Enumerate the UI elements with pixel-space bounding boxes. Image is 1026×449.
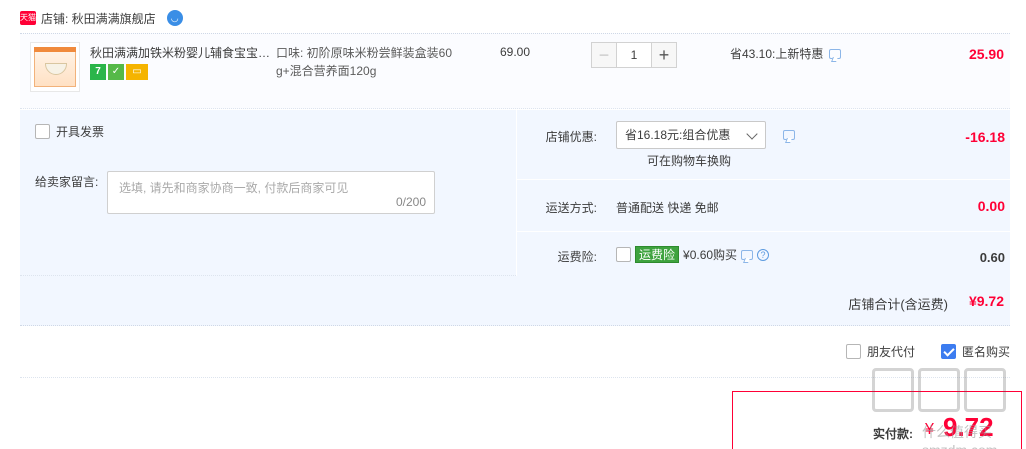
order-summary-column: 店铺优惠: 省16.18元:组合优惠 可在购物车换购 -16.18 运送方式: … bbox=[516, 110, 1011, 276]
invoice-label: 开具发票 bbox=[56, 125, 105, 139]
quantity-plus-button[interactable]: + bbox=[651, 42, 677, 68]
payment-options: 朋友代付 匿名购买 bbox=[845, 343, 1010, 360]
shipping-label: 运送方式: bbox=[545, 201, 597, 215]
unit-price: 69.00 bbox=[500, 45, 531, 59]
product-sku: 口味: 初阶原味米粉尝鲜装盒装60g+混合营养面120g bbox=[276, 46, 453, 78]
payment-label: 实付款: bbox=[873, 427, 913, 441]
promo-note: 可在购物车换购 bbox=[647, 154, 732, 168]
watermark-logo bbox=[872, 368, 1006, 412]
watermark-glyph bbox=[872, 368, 914, 412]
order-options-panel: 开具发票 给卖家留言: 选填, 请先和商家协商一致, 付款后商家可见 0/200… bbox=[20, 110, 1011, 276]
service-badges: 7 ✓ ▭ bbox=[90, 64, 148, 80]
invoice-option[interactable]: 开具发票 bbox=[35, 123, 104, 140]
seller-message-input[interactable]: 选填, 请先和商家协商一致, 付款后商家可见 0/200 bbox=[107, 171, 435, 214]
anonymous-label: 匿名购买 bbox=[961, 345, 1010, 359]
promo-amount: -16.18 bbox=[965, 129, 1005, 145]
seller-message-label: 给卖家留言: bbox=[35, 175, 99, 189]
shop-promo-section: 店铺优惠: 省16.18元:组合优惠 可在购物车换购 -16.18 bbox=[517, 110, 1011, 180]
shipping-section: 运送方式: 普通配送 快递 免邮 0.00 bbox=[517, 180, 1011, 232]
chevron-down-icon bbox=[746, 128, 758, 140]
watermark-glyph bbox=[964, 368, 1006, 412]
shop-name[interactable]: 店铺: 秋田满满旗舰店 bbox=[41, 10, 156, 27]
shop-header: 天猫 店铺: 秋田满满旗舰店 ◡ bbox=[20, 8, 183, 28]
credit-card-icon[interactable]: ▭ bbox=[126, 64, 148, 80]
shipping-method: 普通配送 快递 免邮 bbox=[616, 201, 719, 215]
seller-message-placeholder: 选填, 请先和商家协商一致, 付款后商家可见 bbox=[119, 181, 349, 195]
item-saving-text: 省43.10:上新特惠 bbox=[730, 47, 824, 61]
insurance-section: 运费险: 运费险 ¥0.60购买 ? 0.60 bbox=[517, 232, 1011, 276]
quantity-stepper: − 1 + bbox=[591, 42, 677, 68]
product-box-strip bbox=[34, 47, 76, 52]
shop-promo-value: 省16.18元:组合优惠 bbox=[625, 128, 731, 142]
insurance-tag: 运费险 bbox=[635, 246, 680, 263]
anonymous-checkbox[interactable] bbox=[940, 344, 956, 359]
promo-message-icon[interactable] bbox=[783, 130, 795, 140]
insurance-message-icon[interactable] bbox=[741, 249, 754, 260]
cart-item-row: 秋田满满加铁米粉婴儿辅食宝宝营养米粉 7 ✓ ▭ 口味: 初阶原味米粉尝鲜装盒装… bbox=[20, 33, 1010, 109]
watermark-glyph bbox=[918, 368, 960, 412]
watermark-text: 什么值得买 smzdm.com bbox=[922, 424, 997, 449]
quantity-minus-button[interactable]: − bbox=[591, 42, 617, 68]
insurance-amount: 0.60 bbox=[979, 250, 1005, 265]
seven-day-return-icon[interactable]: 7 bbox=[90, 64, 106, 80]
shop-promo-label: 店铺优惠: bbox=[545, 130, 597, 144]
friend-pay-label: 朋友代付 bbox=[866, 345, 915, 359]
insurance-price: ¥0.60购买 bbox=[683, 248, 738, 262]
anonymous-option[interactable]: 匿名购买 bbox=[940, 343, 1010, 360]
shipping-amount: 0.00 bbox=[977, 198, 1005, 214]
item-total-price: 25.90 bbox=[968, 46, 1004, 62]
chat-icon[interactable]: ◡ bbox=[166, 10, 183, 26]
shop-total-amount: ¥9.72 bbox=[968, 293, 1004, 309]
seller-message-counter: 0/200 bbox=[395, 195, 426, 209]
invoice-checkbox[interactable] bbox=[35, 124, 50, 139]
section-divider bbox=[20, 377, 1010, 378]
shop-promo-select[interactable]: 省16.18元:组合优惠 bbox=[616, 121, 766, 149]
shop-total-row: 店铺合计(含运费) ¥9.72 bbox=[20, 276, 1010, 326]
message-icon[interactable] bbox=[829, 48, 842, 59]
guarantee-shield-icon[interactable]: ✓ bbox=[108, 64, 124, 80]
insurance-checkbox[interactable] bbox=[616, 247, 631, 262]
tmall-logo: 天猫 bbox=[20, 11, 36, 25]
insurance-option: 运费险 ¥0.60购买 ? bbox=[616, 246, 770, 263]
shop-total-label: 店铺合计(含运费) bbox=[848, 297, 948, 312]
help-icon[interactable]: ? bbox=[757, 248, 770, 261]
friend-pay-checkbox[interactable] bbox=[845, 344, 861, 359]
product-title[interactable]: 秋田满满加铁米粉婴儿辅食宝宝营养米粉 bbox=[90, 44, 272, 61]
insurance-label: 运费险: bbox=[557, 250, 597, 264]
item-saving: 省43.10:上新特惠 bbox=[730, 45, 842, 62]
quantity-input[interactable]: 1 bbox=[617, 42, 651, 68]
product-thumbnail[interactable] bbox=[30, 42, 80, 92]
friend-pay-option[interactable]: 朋友代付 bbox=[845, 343, 915, 360]
